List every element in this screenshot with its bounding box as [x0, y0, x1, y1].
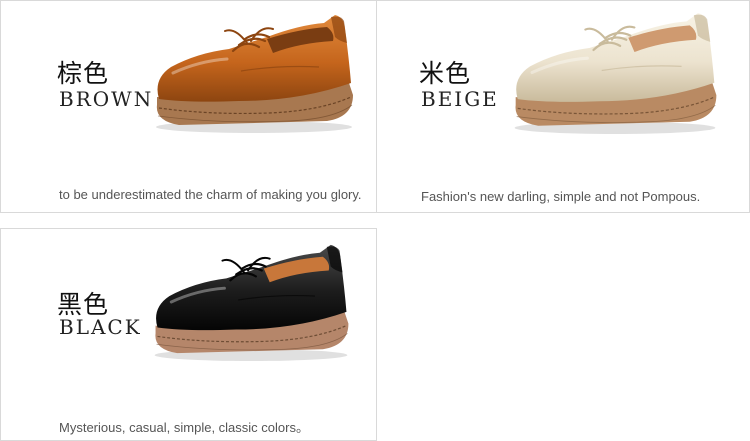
color-name-chinese: 棕色	[57, 59, 110, 88]
product-card-brown: 棕色 BROWN to be underestimated the charm …	[0, 0, 377, 213]
product-card-black: 黑色 BLACK Mysterious, casual, simple, cla…	[0, 228, 377, 441]
color-name-english: BLACK	[59, 315, 142, 339]
shoe-image-beige	[514, 13, 717, 134]
shoe-image-brown	[156, 15, 353, 133]
tagline: Mysterious, casual, simple, classic colo…	[59, 420, 309, 435]
color-name-english: BEIGE	[421, 87, 499, 111]
tagline: Fashion's new darling, simple and not Po…	[421, 189, 701, 204]
tagline: to be underestimated the charm of making…	[59, 187, 362, 202]
color-name-english: BROWN	[59, 87, 154, 111]
shoe-image-black	[154, 244, 349, 362]
color-name-chinese: 米色	[419, 59, 472, 88]
product-card-beige: 米色 BEIGE Fashion's new darling, simple a…	[376, 0, 750, 213]
